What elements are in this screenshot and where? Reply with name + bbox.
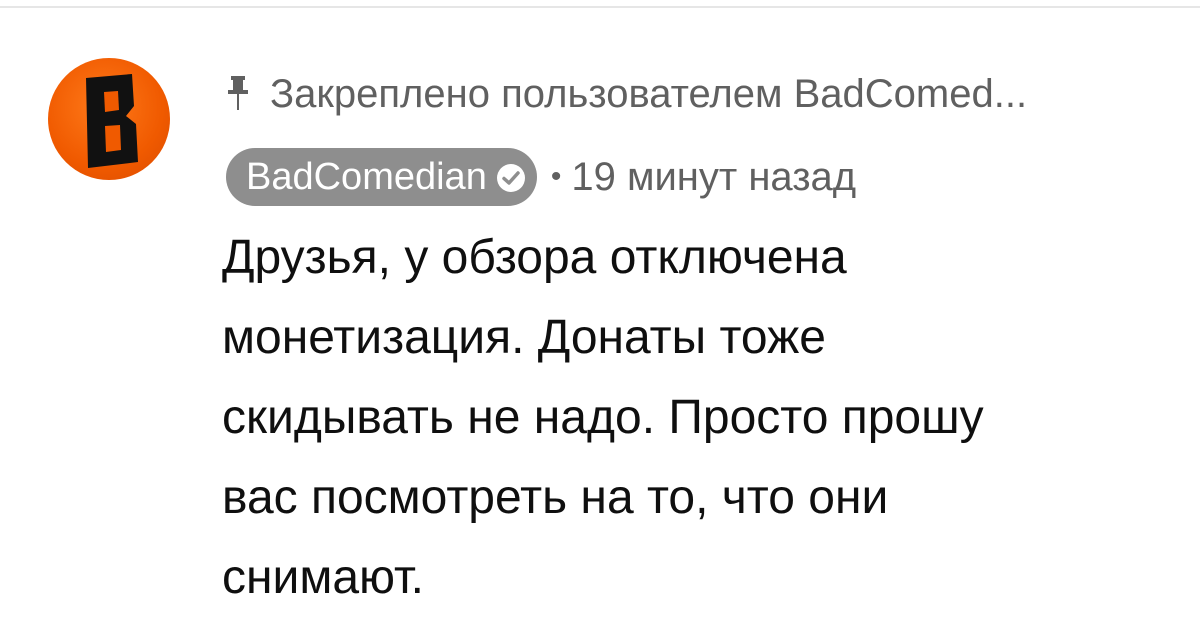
comment-timestamp[interactable]: 19 минут назад bbox=[571, 155, 856, 200]
comment-line: скидывать не надо. Просто прошу bbox=[222, 391, 984, 444]
pin-icon bbox=[228, 76, 248, 112]
comment-meta: BadComedian • 19 минут назад bbox=[226, 146, 856, 208]
pinned-comment: Закреплено пользователем BadComed... Bad… bbox=[0, 0, 1200, 628]
author-chip[interactable]: BadComedian bbox=[226, 148, 537, 206]
comment-line: Друзья, у обзора отключена bbox=[222, 231, 847, 284]
channel-avatar[interactable] bbox=[48, 58, 170, 180]
comment-line: монетизация. Донаты тоже bbox=[222, 311, 826, 364]
comment-line: вас посмотреть на то, что они bbox=[222, 471, 889, 524]
author-name: BadComedian bbox=[246, 155, 487, 198]
pinned-label: Закреплено пользователем BadComed... bbox=[270, 71, 1028, 116]
meta-separator: • bbox=[550, 160, 562, 193]
comment-line: снимают. bbox=[222, 551, 424, 604]
verified-check-icon bbox=[495, 161, 527, 193]
avatar-logo-icon bbox=[86, 74, 138, 168]
pinned-indicator: Закреплено пользователем BadComed... bbox=[228, 66, 1027, 122]
comment-body: Друзья, у обзора отключена монетизация. … bbox=[222, 218, 1182, 618]
